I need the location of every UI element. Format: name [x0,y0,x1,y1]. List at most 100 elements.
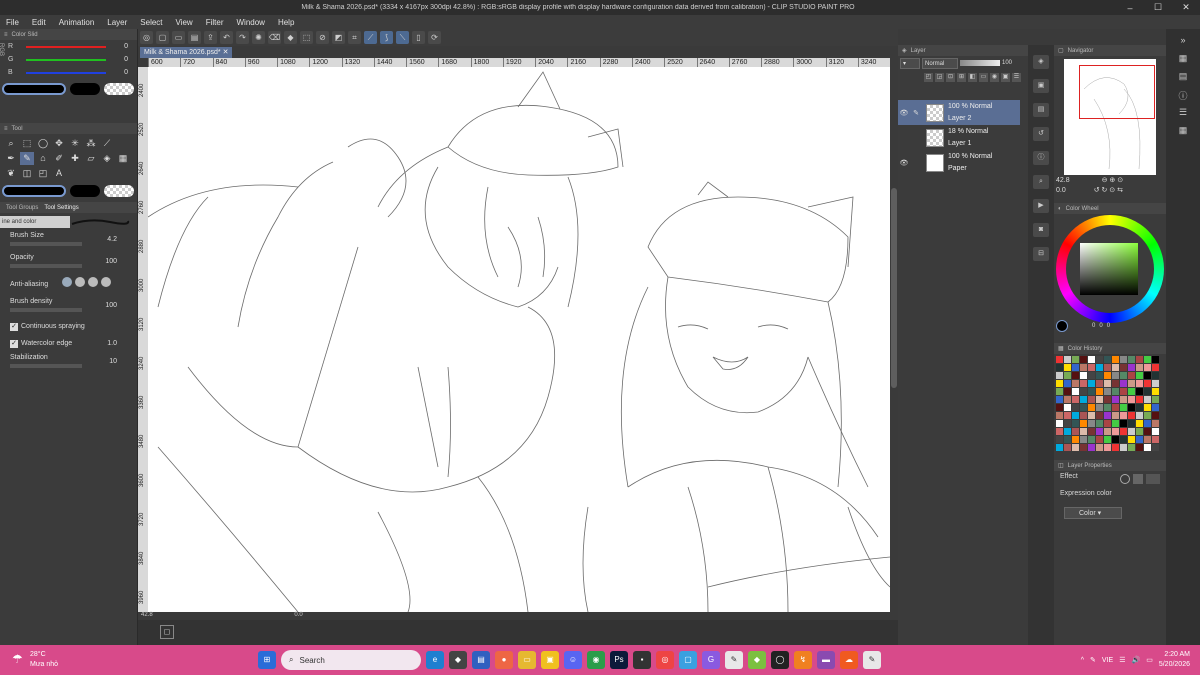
history-swatch[interactable] [1064,356,1071,363]
brush-size-row[interactable]: Brush Size 4.2 [0,230,137,252]
opacity-slider[interactable] [10,264,82,268]
history-swatch[interactable] [1088,396,1095,403]
history-swatch[interactable] [1128,372,1135,379]
menu-file[interactable]: File [6,18,19,27]
history-swatch[interactable] [1120,428,1127,435]
open-folder-icon[interactable]: ▭ [172,31,185,44]
history-swatch[interactable] [1072,428,1079,435]
history-swatch[interactable] [1080,444,1087,451]
history-swatch[interactable] [1152,404,1159,411]
history-swatch[interactable] [1128,444,1135,451]
wifi-icon[interactable]: ☰ [1119,656,1125,664]
search-box[interactable]: ⌕ Search [281,650,421,670]
crop-icon[interactable]: ⌗ [348,31,361,44]
navigator-viewport-frame[interactable] [1079,65,1155,119]
blend-mode-dropdown[interactable]: Normal [922,57,958,69]
history-swatch[interactable] [1064,404,1071,411]
history-swatch[interactable] [1120,388,1127,395]
history-swatch[interactable] [1136,404,1143,411]
history-swatch[interactable] [1056,404,1063,411]
history-swatch[interactable] [1128,396,1135,403]
history-swatch[interactable] [1104,444,1111,451]
ruler-icon[interactable]: ▭ [979,72,988,82]
history-swatch[interactable] [1064,428,1071,435]
history-swatch[interactable] [1152,356,1159,363]
history-swatch[interactable] [1120,420,1127,427]
history-swatch[interactable] [1088,380,1095,387]
animation-icon[interactable]: ▶ [1033,199,1049,213]
material-icon[interactable]: ▤ [1033,103,1049,117]
menu-filter[interactable]: Filter [206,18,224,27]
history-swatch[interactable] [1136,364,1143,371]
history-swatch[interactable] [1104,364,1111,371]
history-swatch[interactable] [1112,436,1119,443]
device-icon[interactable]: ▯ [412,31,425,44]
grid-icon[interactable]: ▦ [1176,125,1190,137]
history-swatch[interactable] [1080,364,1087,371]
volume-icon[interactable]: 🔊 [1132,656,1141,664]
app-icon-7[interactable]: ↯ [794,651,812,669]
history-swatch[interactable] [1128,436,1135,443]
color-wheel-title[interactable]: Color Wheel [1066,206,1099,212]
history-swatch[interactable] [1144,396,1151,403]
aa-none-icon[interactable] [62,277,72,287]
history-swatch[interactable] [1112,388,1119,395]
history-swatch[interactable] [1080,396,1087,403]
tab-tool-groups[interactable]: Tool Groups [6,205,38,211]
history-swatch[interactable] [1112,412,1119,419]
app-icon-5[interactable]: ◆ [748,651,766,669]
history-swatch[interactable] [1112,404,1119,411]
slider-value[interactable]: 0 [106,56,128,63]
history-swatch[interactable] [1056,364,1063,371]
history-swatch[interactable] [1120,356,1127,363]
main-color-swatch[interactable] [2,83,66,95]
menu-window[interactable]: Window [237,18,265,27]
opacity-value[interactable]: 100 [105,258,117,265]
visibility-eye-icon[interactable]: 👁 [898,159,910,167]
menu-help[interactable]: Help [278,18,294,27]
current-color-dot[interactable] [1056,320,1068,332]
clip-icon[interactable]: ◰ [924,72,933,82]
history-swatch[interactable] [1056,396,1063,403]
slider-value[interactable]: 0 [106,43,128,50]
battery-icon[interactable]: ▭ [1146,656,1153,664]
stabilization-row[interactable]: Stabilization 10 [0,352,137,374]
menu-animation[interactable]: Animation [59,18,95,27]
close-button[interactable]: ✕ [1172,2,1200,13]
brush-name[interactable]: ine and color [0,215,70,228]
info-icon[interactable]: ⓘ [1176,89,1190,101]
start-icon[interactable]: ⊞ [258,651,276,669]
history-swatch[interactable] [1064,364,1071,371]
rotate-icons[interactable]: ↺ ↻ ⊙ ⇆ [1094,187,1123,194]
history-swatch[interactable] [1072,356,1079,363]
edit-pen-icon[interactable]: ✎ [910,109,922,117]
eraser-tool-icon[interactable]: ▱ [84,152,98,165]
history-swatch[interactable] [1128,388,1135,395]
menu-view[interactable]: View [176,18,193,27]
layer-opacity-value[interactable]: 100 [1002,60,1012,66]
loading-icon[interactable]: ✺ [252,31,265,44]
history-swatch[interactable] [1088,428,1095,435]
layer-filter-dropdown[interactable]: ▾ [900,57,920,69]
history-swatch[interactable] [1128,428,1135,435]
lasso-tool-icon[interactable]: ◯ [36,137,50,150]
navigator-rotation[interactable]: 0.0 [1056,187,1066,194]
history-swatch[interactable] [1104,420,1111,427]
history-swatch[interactable] [1152,412,1159,419]
history-swatch[interactable] [1064,372,1071,379]
weather-widget[interactable]: ☂ 28°C Mưa nhỏ [8,650,68,672]
snap-grid-icon[interactable]: ⟍ [396,31,409,44]
more-effect-icon[interactable] [1146,474,1160,484]
history-swatch[interactable] [1096,356,1103,363]
history-swatch[interactable] [1088,372,1095,379]
app-icon-6[interactable]: ◯ [771,651,789,669]
snap-ruler-icon[interactable]: ⟋ [364,31,377,44]
history-swatch[interactable] [1144,356,1151,363]
history-swatch[interactable] [1112,380,1119,387]
history-swatch[interactable] [1072,364,1079,371]
new-file-icon[interactable]: ▢ [156,31,169,44]
csp-icon[interactable]: ✎ [725,651,743,669]
history-swatch[interactable] [1136,428,1143,435]
menu-layer[interactable]: Layer [107,18,127,27]
blend-tool-icon[interactable]: ❦ [4,167,18,180]
